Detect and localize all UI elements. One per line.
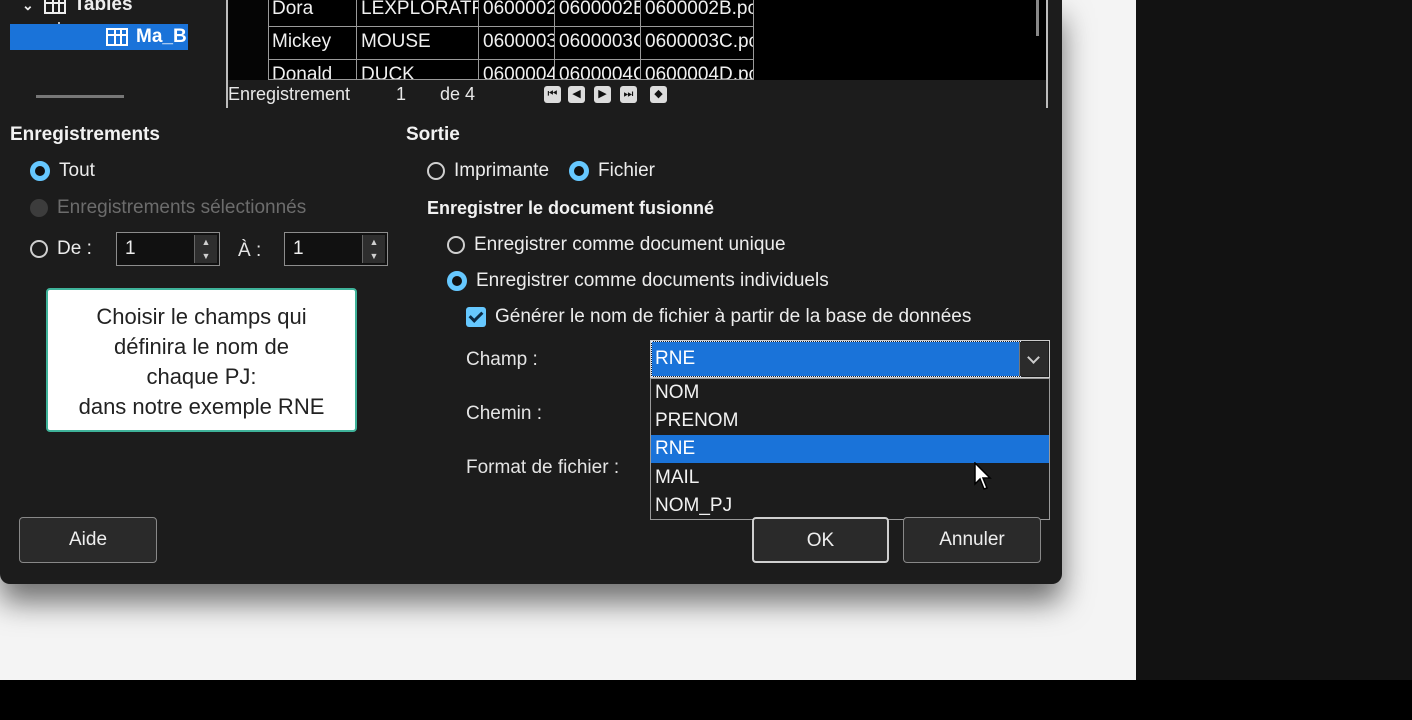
grid-cell[interactable]: MOUSE [357,27,479,60]
previous-record-icon[interactable]: ◀ [568,86,585,103]
record-navigation-bar: Enregistrement 1 de 4 ⏮ ◀ ▶ ⏭ ◆ [228,80,1046,108]
next-record-icon[interactable]: ▶ [594,86,611,103]
tree-item-label: Tables [73,0,133,15]
grid-row-header-column [228,0,269,80]
first-record-icon[interactable]: ⏮ [544,86,561,103]
grid-cell[interactable]: Mickey [268,27,357,60]
grid-vertical-scrollbar[interactable] [1036,0,1039,36]
record-count: de 4 [440,84,476,104]
cancel-button[interactable]: Annuler [903,517,1041,563]
tree-item-table[interactable]: Ma_B [10,24,188,50]
file-format-label: Format de fichier : [466,457,620,478]
annotation-callout: Choisir le champs qui définira le nom de… [46,288,357,432]
callout-line: chaque PJ: [146,364,257,389]
table-icon [106,28,128,46]
radio-selected-records: Enregistrements sélectionnés [30,197,306,219]
expand-icon[interactable]: ⌄ [22,0,34,14]
callout-line: Choisir le champs qui [96,304,307,329]
radio-label: De : [57,238,92,259]
radio-label: Enregistrer comme documents individuels [476,270,829,291]
ok-button[interactable]: OK [752,517,889,563]
spin-down-icon[interactable]: ▼ [195,249,217,263]
radio-label: Tout [59,160,95,181]
grid-cell[interactable]: 0600002 [479,0,555,27]
radio-indicator[interactable] [30,240,48,258]
callout-line: définira le nom de [114,334,289,359]
from-value: 1 [125,238,136,259]
chevron-down-icon[interactable] [1019,342,1048,376]
spin-up-icon[interactable]: ▲ [195,235,217,249]
radio-label: Enregistrements sélectionnés [57,197,307,218]
grid-cell[interactable]: LEXPLORATRI [357,0,479,27]
to-value: 1 [293,238,304,259]
dropdown-option[interactable]: PRENOM [651,407,1049,435]
grid-cell[interactable]: Donald [268,60,357,80]
checkbox-label: Générer le nom de fichier à partir de la… [495,306,972,327]
save-merged-heading: Enregistrer le document fusionné [427,198,715,218]
mouse-cursor-icon [974,462,992,490]
dropdown-option[interactable]: NOM_PJ [651,492,1049,520]
spin-down-icon[interactable]: ▼ [363,249,385,263]
grid-cell[interactable]: 0600003C [555,27,641,60]
dropdown-option[interactable]: NOM [651,379,1049,407]
grid-cell[interactable]: 0600002B.pc [641,0,754,27]
path-label: Chemin : [466,403,543,424]
radio-range-records[interactable]: De : [30,238,92,260]
records-heading: Enregistrements [10,124,160,145]
radio-label: Imprimante [454,160,550,181]
radio-file[interactable]: Fichier [569,160,655,182]
record-current[interactable]: 1 [396,84,406,105]
dropdown-option-selected[interactable]: RNE [651,435,1049,463]
radio-indicator[interactable] [447,271,467,291]
record-label: Enregistrement [228,84,351,104]
to-label: À : [238,240,262,261]
radio-printer[interactable]: Imprimante [427,160,549,182]
to-record-spinbox[interactable]: 1 ▲ ▼ [284,232,388,266]
radio-indicator[interactable] [447,236,465,254]
radio-individual-documents[interactable]: Enregistrer comme documents individuels [447,270,829,292]
grid-cell[interactable]: DUCK [357,60,479,80]
field-combobox[interactable]: RNE [650,340,1050,378]
data-grid: Dora LEXPLORATRI 0600002 0600002B 060000… [226,0,1048,108]
tree-scrollbar[interactable] [36,95,124,98]
callout-line: dans notre exemple RNE [78,394,325,419]
radio-indicator[interactable] [569,161,589,181]
radio-indicator[interactable] [30,161,50,181]
mail-merge-dialog: ⌄ Tables Ma_B Dora LEXPLORATRI 0600002 0… [0,0,1062,584]
from-record-spinbox[interactable]: 1 ▲ ▼ [116,232,220,266]
table-group-icon [43,0,66,14]
new-record-icon[interactable]: ◆ [650,86,667,103]
radio-label: Fichier [598,160,656,181]
tree-item-label: Ma_B [136,26,187,47]
grid-cell[interactable]: 0600002B [555,0,641,27]
field-label: Champ : [466,349,538,370]
grid-cell[interactable]: 0600004 [479,60,555,80]
output-heading: Sortie [406,124,460,145]
tree-item-tables[interactable]: ⌄ Tables [22,0,133,18]
field-combobox-value[interactable]: RNE [651,341,1021,377]
last-record-icon[interactable]: ⏭ [620,86,637,103]
grid-cell[interactable]: 0600004C [555,60,641,80]
grid-cell[interactable]: 0600004D.pc [641,60,754,80]
help-button[interactable]: Aide [19,517,157,563]
spin-arrows[interactable]: ▲ ▼ [362,235,385,263]
generate-filename-checkbox[interactable]: Générer le nom de fichier à partir de la… [466,306,971,328]
radio-label: Enregistrer comme document unique [474,234,786,255]
radio-single-document[interactable]: Enregistrer comme document unique [447,234,786,256]
spin-up-icon[interactable]: ▲ [363,235,385,249]
spin-arrows[interactable]: ▲ ▼ [194,235,217,263]
radio-indicator [30,199,48,217]
grid-cell[interactable]: 0600003 [479,27,555,60]
radio-all-records[interactable]: Tout [30,160,95,182]
background-dark-panel [1136,0,1412,680]
field-dropdown-list: NOM PRENOM RNE MAIL NOM_PJ [650,378,1050,520]
radio-indicator[interactable] [427,162,445,180]
grid-cell[interactable]: 0600003C.pc [641,27,754,60]
grid-cell[interactable]: Dora [268,0,357,27]
checkbox-indicator[interactable] [466,307,486,327]
data-source-tree: ⌄ Tables Ma_B [0,0,205,110]
